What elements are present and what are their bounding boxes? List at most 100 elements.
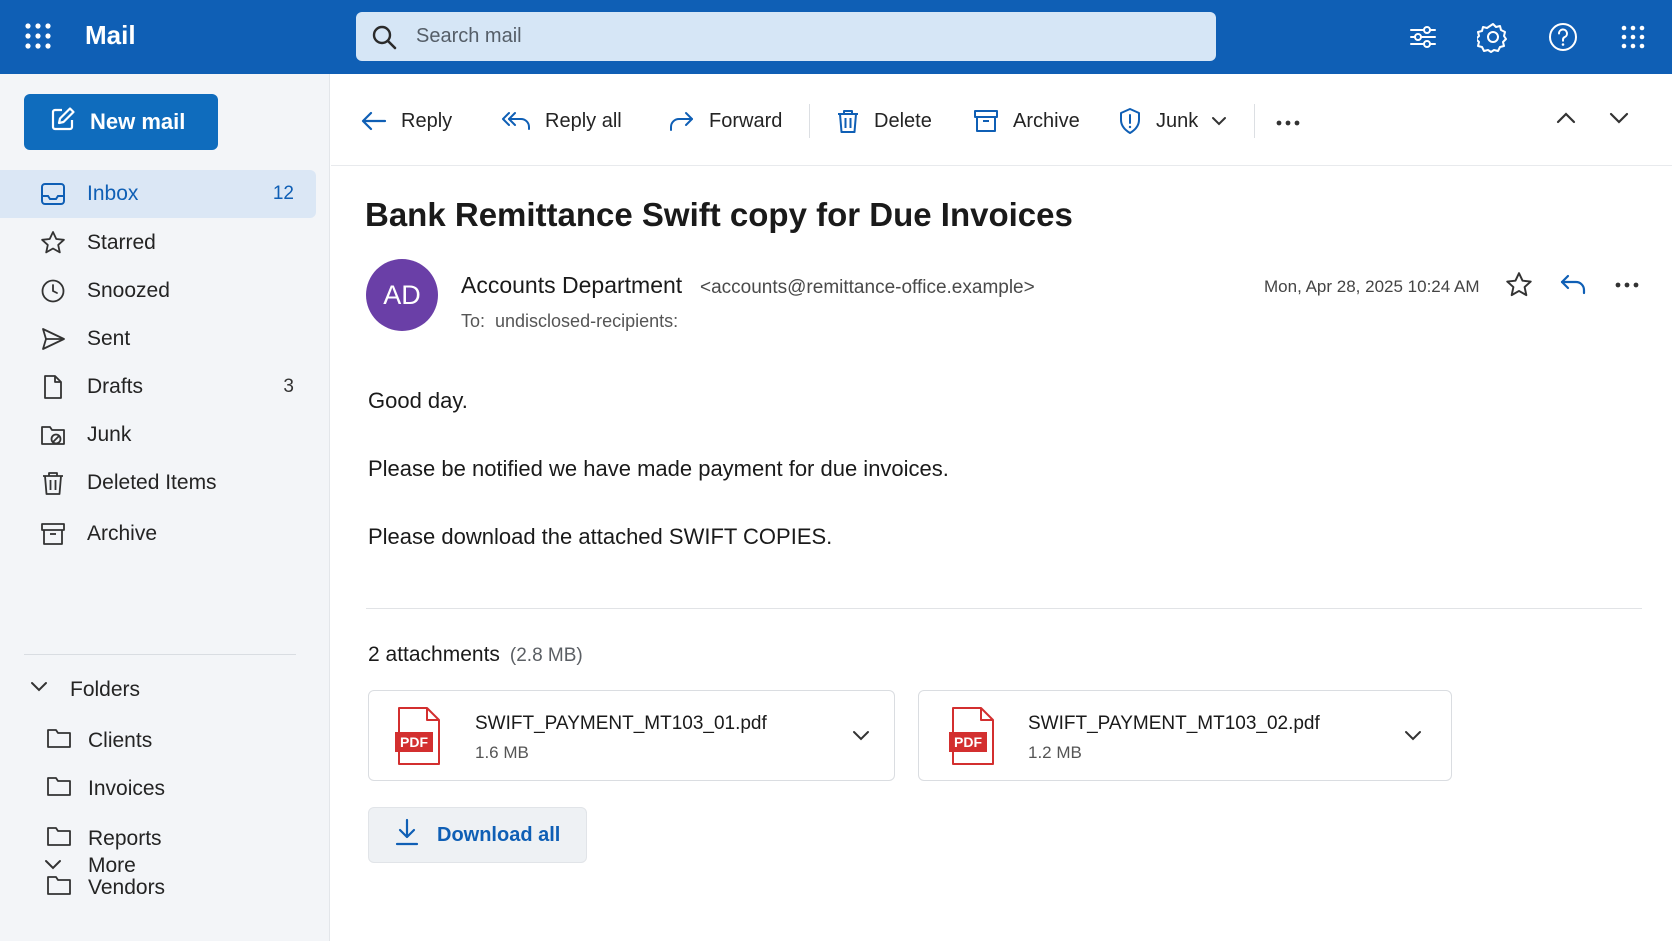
sidebar-item-label: Deleted Items [87, 471, 217, 494]
inbox-icon [40, 181, 66, 207]
chevron-down-icon [28, 676, 50, 704]
search-icon [370, 23, 398, 56]
chevron-down-icon[interactable] [846, 721, 876, 751]
sidebar-item-junk[interactable]: Junk [0, 411, 316, 459]
attachment-size: 1.6 MB [475, 743, 529, 762]
delete-label: Delete [874, 109, 932, 132]
settings-icon[interactable] [1474, 18, 1512, 56]
attachments-count: 2 attachments [368, 643, 500, 666]
sidebar-item-label: Snoozed [87, 279, 170, 302]
svg-text:PDF: PDF [954, 734, 982, 750]
to-label: To: [461, 311, 486, 331]
folders-label: Folders [70, 678, 141, 701]
sidebar-item-starred[interactable]: Starred [0, 219, 316, 267]
message-date: Mon, Apr 28, 2025 10:24 AM [1264, 277, 1480, 296]
folder-item-invoices[interactable]: Invoices [0, 766, 316, 812]
previous-message-button[interactable] [1554, 102, 1578, 140]
app-title: Mail [85, 20, 136, 50]
chevron-down-icon [1607, 106, 1631, 136]
recipients-line: To: undisclosed-recipients: [461, 311, 678, 332]
toolbar-separator [809, 104, 810, 138]
unread-count: 12 [272, 183, 294, 204]
sidebar-item-label: Archive [87, 522, 158, 545]
reply-all-button[interactable]: Reply all [501, 102, 622, 140]
search-box[interactable] [356, 12, 1216, 61]
draft-count: 3 [283, 376, 294, 397]
sender-email: <accounts@remittance-office.example> [700, 277, 1035, 298]
sidebar-item-label: Sent [87, 327, 131, 350]
more-toggle[interactable]: More [0, 842, 316, 888]
new-mail-button[interactable]: New mail [24, 94, 218, 150]
send-icon [40, 326, 66, 352]
top-bar: Mail [0, 0, 1672, 74]
pdf-file-icon: PDF [395, 706, 441, 771]
chevron-down-icon [42, 854, 64, 882]
next-message-button[interactable] [1607, 102, 1631, 140]
download-all-button[interactable]: Download all [368, 807, 587, 863]
reply-label: Reply [401, 109, 453, 132]
message-toolbar: Reply Reply all Forward Delete Archive J… [331, 74, 1672, 166]
sidebar-item-deleted[interactable]: Deleted Items [0, 459, 316, 507]
folder-item-clients[interactable]: Clients [0, 718, 316, 764]
attachment-name: SWIFT_PAYMENT_MT103_01.pdf [475, 713, 767, 734]
reply-button[interactable]: Reply [361, 102, 452, 140]
attachments-divider [366, 608, 1642, 609]
forward-icon [667, 109, 695, 133]
attachments-header: 2 attachments (2.8 MB) [368, 643, 583, 667]
folder-label: Clients [88, 729, 153, 752]
sidebar-divider [24, 654, 296, 655]
archive-button[interactable]: Archive [973, 102, 1080, 140]
to-value: undisclosed-recipients: [495, 311, 679, 331]
toolbar-separator [1254, 104, 1255, 138]
more-label: More [88, 854, 136, 877]
attachment-card[interactable]: PDF SWIFT_PAYMENT_MT103_01.pdf 1.6 MB [368, 690, 895, 781]
more-horizontal-icon[interactable] [1612, 270, 1642, 300]
svg-text:PDF: PDF [400, 734, 428, 750]
sidebar-item-drafts[interactable]: Drafts 3 [0, 363, 316, 411]
sidebar-item-inbox[interactable]: Inbox 12 [0, 170, 316, 218]
sidebar-item-label: Junk [87, 423, 132, 446]
pdf-file-icon: PDF [949, 706, 995, 771]
help-icon[interactable] [1544, 18, 1582, 56]
shield-icon [1118, 107, 1142, 135]
trash-icon [836, 108, 860, 134]
more-actions-button[interactable] [1275, 102, 1301, 140]
search-input[interactable] [416, 12, 1196, 61]
app-launcher-icon[interactable] [22, 20, 54, 52]
filter-icon[interactable] [1404, 18, 1442, 56]
body-paragraph: Please download the attached SWIFT COPIE… [368, 524, 833, 549]
trash-icon [40, 470, 66, 496]
forward-button[interactable]: Forward [667, 102, 782, 140]
chevron-down-icon[interactable] [1398, 721, 1428, 751]
reply-all-label: Reply all [545, 109, 622, 132]
attachments-size: (2.8 MB) [509, 645, 583, 666]
clock-icon [40, 278, 66, 304]
chevron-up-icon [1554, 106, 1578, 136]
more-horizontal-icon [1275, 110, 1301, 133]
attachment-size: 1.2 MB [1028, 743, 1082, 762]
sender-avatar[interactable]: AD [366, 259, 438, 331]
archive-icon [973, 109, 999, 133]
junk-button[interactable]: Junk [1118, 102, 1228, 140]
chevron-down-icon[interactable] [1210, 112, 1228, 130]
sender-name[interactable]: Accounts Department [461, 272, 682, 299]
sidebar-item-snoozed[interactable]: Snoozed [0, 267, 316, 315]
attachment-name: SWIFT_PAYMENT_MT103_02.pdf [1028, 713, 1320, 734]
archive-icon [40, 521, 66, 547]
sidebar-item-sent[interactable]: Sent [0, 315, 316, 363]
draft-icon [40, 374, 66, 400]
archive-label: Archive [1013, 109, 1080, 132]
download-all-label: Download all [437, 823, 561, 846]
forward-label: Forward [709, 109, 783, 132]
sidebar-item-archive[interactable]: Archive [0, 510, 316, 558]
folders-toggle[interactable]: Folders [28, 670, 140, 710]
body-paragraph: Please be notified we have made payment … [368, 456, 949, 481]
sidebar: New mail Inbox 12 Starred Snoozed Sent D… [0, 74, 330, 941]
apps-icon[interactable] [1614, 18, 1652, 56]
delete-button[interactable]: Delete [836, 102, 932, 140]
star-icon[interactable] [1504, 270, 1534, 300]
folder-icon [46, 726, 72, 756]
reply-icon[interactable] [1558, 270, 1588, 300]
junk-icon [40, 422, 66, 448]
attachment-card[interactable]: PDF SWIFT_PAYMENT_MT103_02.pdf 1.2 MB [918, 690, 1452, 781]
